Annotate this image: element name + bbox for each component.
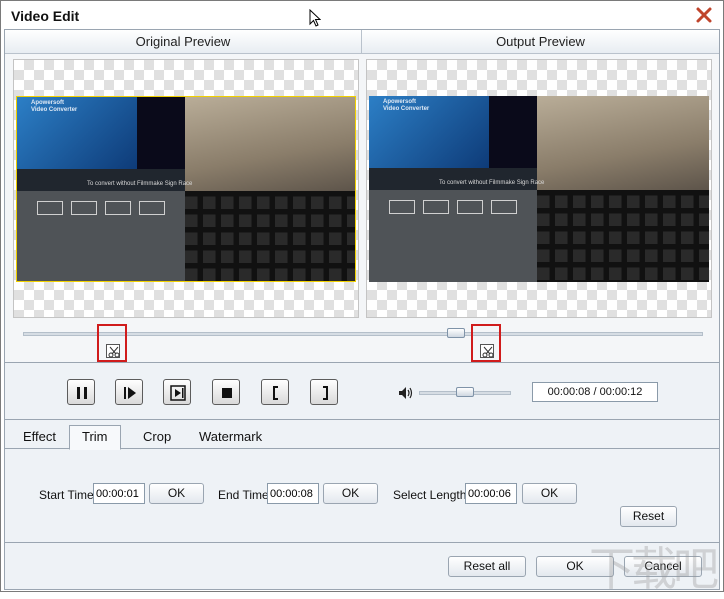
- time-readout: 00:00:08 / 00:00:12: [532, 382, 658, 402]
- stop-icon: [222, 388, 232, 398]
- video-overlay-caption: To convert without Filmmake Sign Race: [439, 180, 545, 186]
- scissors-icon: [480, 344, 494, 358]
- site-watermark: 下载吧: [589, 542, 719, 596]
- video-quadrant-keyboard: [537, 190, 709, 282]
- video-quadrant-app: Apowersoft Video Converter: [369, 96, 537, 190]
- volume-slider-thumb[interactable]: [456, 387, 474, 397]
- volume-icon[interactable]: [398, 386, 414, 400]
- tab-watermark[interactable]: Watermark: [187, 426, 274, 449]
- trim-reset-button[interactable]: Reset: [620, 506, 677, 527]
- tab-crop[interactable]: Crop: [131, 426, 183, 449]
- step-forward-icon: [124, 387, 136, 399]
- video-quadrant-keyboard: [185, 191, 355, 281]
- tab-trim[interactable]: Trim: [69, 425, 121, 450]
- mouse-cursor-icon: [309, 9, 321, 27]
- app-name-text: Video Converter: [31, 107, 78, 113]
- select-length-input[interactable]: [465, 483, 517, 504]
- app-brand-text: Apowersoft: [31, 100, 64, 106]
- close-icon[interactable]: [695, 6, 713, 24]
- end-time-label: End Time: [218, 488, 269, 502]
- playback-controls: 00:00:08 / 00:00:12: [4, 363, 720, 419]
- original-video-frame[interactable]: Apowersoft Video Converter To convert wi…: [16, 96, 356, 282]
- output-video-frame: Apowersoft Video Converter To convert wi…: [369, 96, 709, 282]
- tab-effect[interactable]: Effect: [11, 426, 68, 449]
- pause-button[interactable]: [67, 379, 95, 405]
- select-length-label: Select Length: [393, 488, 467, 502]
- video-edit-window: Video Edit Original Preview Output Previ…: [0, 0, 724, 596]
- window-title: Video Edit: [11, 8, 80, 24]
- output-preview-canvas[interactable]: Apowersoft Video Converter To convert wi…: [366, 59, 712, 318]
- trim-start-marker[interactable]: [97, 324, 127, 362]
- end-time-ok-button[interactable]: OK: [323, 483, 378, 504]
- pause-icon: [77, 387, 87, 399]
- video-quadrant-printer: [185, 97, 355, 191]
- play-segment-icon: [170, 385, 186, 401]
- timeline-playhead[interactable]: [447, 328, 465, 338]
- scissors-icon: [106, 344, 120, 358]
- title-bar: Video Edit: [1, 1, 723, 29]
- trim-end-marker[interactable]: [471, 324, 501, 362]
- reset-all-button[interactable]: Reset all: [448, 556, 526, 577]
- video-quadrant-layouts: [369, 190, 537, 282]
- tab-strip: Effect Trim Crop Watermark: [5, 420, 719, 450]
- start-time-ok-button[interactable]: OK: [149, 483, 204, 504]
- app-brand-text: Apowersoft: [383, 99, 416, 105]
- stop-button[interactable]: [212, 379, 240, 405]
- original-preview-canvas[interactable]: Apowersoft Video Converter To convert wi…: [13, 59, 359, 318]
- preview-panel: Original Preview Output Preview Apowerso…: [4, 29, 720, 363]
- start-time-label: Start Time: [39, 488, 94, 502]
- video-overlay-caption: To convert without Filmmake Sign Race: [87, 181, 193, 187]
- video-quadrant-app: Apowersoft Video Converter: [17, 97, 185, 191]
- select-length-ok-button[interactable]: OK: [522, 483, 577, 504]
- output-preview-header: Output Preview: [362, 30, 719, 54]
- set-start-button[interactable]: [261, 379, 289, 405]
- video-quadrant-printer: [537, 96, 709, 190]
- right-bracket-icon: [323, 386, 328, 400]
- left-bracket-icon: [273, 386, 278, 400]
- play-to-end-button[interactable]: [163, 379, 191, 405]
- step-forward-button[interactable]: [115, 379, 143, 405]
- end-time-input[interactable]: [267, 483, 319, 504]
- app-name-text: Video Converter: [383, 106, 430, 112]
- original-preview-header: Original Preview: [5, 30, 362, 54]
- edit-tabs-panel: Effect Trim Crop Watermark Start Time OK…: [4, 419, 720, 543]
- set-end-button[interactable]: [310, 379, 338, 405]
- video-quadrant-layouts: [17, 191, 185, 281]
- start-time-input[interactable]: [93, 483, 145, 504]
